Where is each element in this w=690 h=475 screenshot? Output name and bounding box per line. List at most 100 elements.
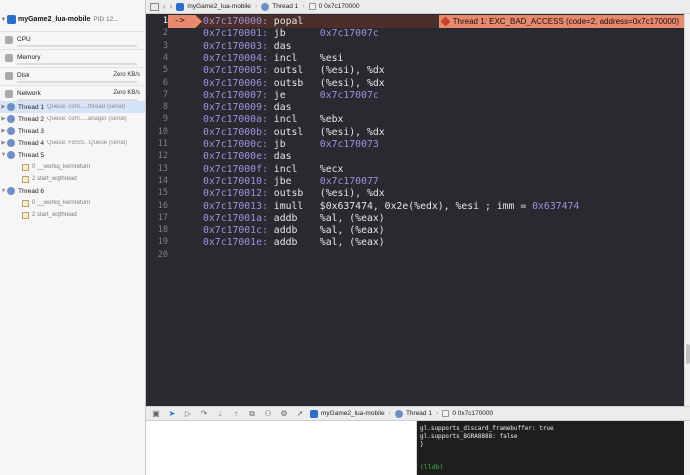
instruction-mnemonic: addb xyxy=(273,225,298,237)
thread-row-6[interactable]: ▼ Thread 6 xyxy=(0,185,145,197)
thread-row-3[interactable]: ▶ Thread 3 xyxy=(0,125,145,137)
gauge-bar xyxy=(17,81,137,83)
hide-debug-area-icon[interactable]: ▣ xyxy=(150,408,162,419)
instruction-mnemonic: jb xyxy=(273,139,286,150)
gauge-value: Zero KB/s xyxy=(113,72,140,78)
exception-banner[interactable]: Thread 1: EXC_BAD_ACCESS (code=2, addres… xyxy=(438,15,684,28)
stack-frame-row[interactable]: 0 __workq_kernreturn xyxy=(0,197,145,209)
code-line[interactable]: 0x7c17000a: incl %ebx xyxy=(203,114,343,126)
code-line[interactable]: 0x7c170012: outsb (%esi), %dx xyxy=(203,188,385,200)
line-number: 18 xyxy=(157,225,168,236)
jumpbar-frame[interactable]: 0 0x7c170000 xyxy=(319,3,360,10)
lldb-prompt[interactable]: (lldb) xyxy=(420,463,443,471)
code-line[interactable]: 0x7c170005: outsl (%esi), %dx xyxy=(203,65,385,77)
instruction-mnemonic: jbe xyxy=(273,175,292,187)
step-out-icon[interactable]: ↑ xyxy=(230,408,242,419)
disclosure-triangle-icon[interactable]: ▼ xyxy=(0,17,7,23)
view-hierarchy-icon[interactable]: ⧉ xyxy=(246,408,258,419)
jumpbar-thread[interactable]: Thread 1 xyxy=(272,3,298,10)
gauge-value: Zero KB/s xyxy=(113,90,140,96)
code-line[interactable]: 0x7c170001: jb 0x7c17007c xyxy=(203,28,379,40)
instruction-operands: (%esi), %dx xyxy=(319,77,385,89)
gauge-cpu[interactable]: CPU xyxy=(0,31,145,49)
gauge-memory[interactable]: Memory xyxy=(0,49,145,67)
code-line[interactable]: 0x7c170000: popal xyxy=(203,16,320,28)
scrollbar-thumb[interactable] xyxy=(686,344,690,364)
code-line[interactable]: 0x7c17001e: addb %al, (%eax) xyxy=(203,237,385,249)
program-counter-marker[interactable]: -> xyxy=(168,15,202,28)
stack-frame-row[interactable]: 2 start_wqthread xyxy=(0,209,145,221)
debug-navigator: ▼ myGame2_lua-mobile PID 12... CPU Memor… xyxy=(0,0,146,475)
thread-row-2[interactable]: ▶ Thread 2 Queue: com.....anager (serial… xyxy=(0,113,145,125)
step-over-icon[interactable]: ↷ xyxy=(198,408,210,419)
instruction-operands: (%esi), %dx xyxy=(319,65,385,77)
environment-overrides-icon[interactable]: ⚙ xyxy=(278,408,290,419)
breakpoints-toggle-icon[interactable]: ➤ xyxy=(166,408,178,419)
code-line[interactable]: 0x7c17000f: incl %ecx xyxy=(203,164,343,176)
jumpbar-target[interactable]: myGame2_lua-mobile xyxy=(187,3,251,10)
instruction-operands: %esi xyxy=(319,52,344,64)
line-number: 16 xyxy=(157,200,168,211)
editor-scrollbar[interactable] xyxy=(684,14,690,406)
thread-row-4[interactable]: ▶ Thread 4 Queue: FBSS...Queue (serial) xyxy=(0,137,145,149)
disassembly-editor[interactable]: 1 2 3 4 5 6 7 8 9 10 11 12 13 14 15 16 17 18 19 20 -> Threa… xyxy=(146,14,684,406)
line-number: 3 xyxy=(162,40,168,51)
thread-icon xyxy=(7,115,15,123)
related-items-icon[interactable] xyxy=(150,2,159,11)
console-scrollbar[interactable] xyxy=(684,421,690,475)
forward-arrow-icon[interactable]: › xyxy=(170,2,173,11)
code-line[interactable]: 0x7c170013: imull $0x637474, 0x2e(%edx), … xyxy=(203,201,579,213)
debugbar-frame[interactable]: 0 0x7c170000 xyxy=(452,410,493,417)
instruction-address: 0x7c17001e: xyxy=(203,237,268,249)
code-line[interactable]: 0x7c170003: das xyxy=(203,41,320,53)
gauge-disk[interactable]: Disk Zero KB/s xyxy=(0,67,145,85)
variables-view[interactable] xyxy=(146,421,417,475)
gauge-label: Disk xyxy=(17,72,30,79)
disclosure-triangle-icon[interactable]: ▼ xyxy=(0,152,7,158)
memory-graph-icon[interactable]: ⚇ xyxy=(262,408,274,419)
thread-icon xyxy=(7,187,15,195)
instruction-mnemonic: outsl xyxy=(273,126,304,138)
thread-icon xyxy=(7,151,15,159)
instruction-mnemonic: addb xyxy=(273,212,298,224)
disclosure-triangle-icon[interactable]: ▼ xyxy=(0,188,7,194)
instruction-mnemonic: imull xyxy=(273,200,304,212)
debug-console[interactable]: gl.supports_discard_framebuffer: true gl… xyxy=(417,421,684,475)
debugbar-target[interactable]: myGame2_lua-mobile xyxy=(321,410,385,417)
instruction-operands: %al, (%eax) xyxy=(319,212,385,224)
line-number: 1 xyxy=(162,16,168,26)
process-row[interactable]: ▼ myGame2_lua-mobile PID 12... xyxy=(0,13,145,26)
instruction-target-address: 0x7c170073 xyxy=(319,139,379,150)
code-line[interactable]: 0x7c170004: incl %esi xyxy=(203,53,343,65)
code-line[interactable]: 0x7c170007: je 0x7c17007c xyxy=(203,90,379,102)
pause-icon[interactable]: ▷ xyxy=(182,408,194,419)
gauge-label: Network xyxy=(17,90,41,97)
thread-row-5[interactable]: ▼ Thread 5 xyxy=(0,149,145,161)
stack-frame-row[interactable]: 0 __workq_kernreturn xyxy=(0,161,145,173)
disclosure-triangle-icon[interactable]: ▶ xyxy=(0,140,7,146)
disclosure-triangle-icon[interactable]: ▶ xyxy=(0,116,7,122)
code-line[interactable]: 0x7c170009: das xyxy=(203,102,320,114)
cpu-icon xyxy=(5,36,13,44)
debugbar-thread[interactable]: Thread 1 xyxy=(406,410,432,417)
code-line[interactable]: 0x7c170006: outsb (%esi), %dx xyxy=(203,78,385,90)
thread-row-1[interactable]: ▶ Thread 1 Queue: com.....thread (serial… xyxy=(0,101,145,113)
simulate-location-icon[interactable]: ➚ xyxy=(294,408,306,419)
code-line[interactable]: 0x7c17001c: addb %al, (%eax) xyxy=(203,225,385,237)
code-line[interactable] xyxy=(203,250,249,262)
disclosure-triangle-icon[interactable]: ▶ xyxy=(0,128,7,134)
stack-frame-row[interactable]: 2 start_wqthread xyxy=(0,173,145,185)
instruction-mnemonic: addb xyxy=(273,237,298,249)
code-line[interactable]: 0x7c170010: jbe 0x7c170077 xyxy=(203,176,379,188)
gauge-bar xyxy=(17,63,137,65)
code-line[interactable]: 0x7c17000e: das xyxy=(203,151,320,163)
instruction-address: 0x7c17000c: xyxy=(203,139,268,150)
code-line[interactable]: 0x7c17000b: outsl (%esi), %dx xyxy=(203,127,385,139)
step-into-icon[interactable]: ↓ xyxy=(214,408,226,419)
disclosure-triangle-icon[interactable]: ▶ xyxy=(0,104,7,110)
code-line[interactable]: 0x7c17001a: addb %al, (%eax) xyxy=(203,213,385,225)
code-line[interactable]: 0x7c17000c: jb 0x7c170073 xyxy=(203,139,379,151)
thread-label: Thread 6 xyxy=(18,187,45,195)
memory-icon xyxy=(5,54,13,62)
back-arrow-icon[interactable]: ‹ xyxy=(163,2,166,11)
